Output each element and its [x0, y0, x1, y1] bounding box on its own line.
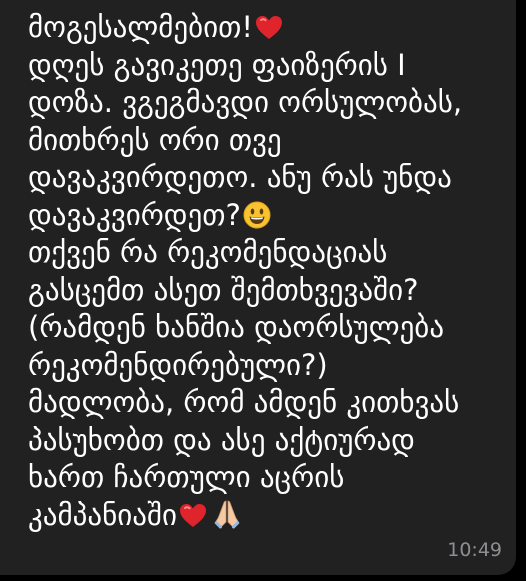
message-timestamp: 10:49 — [447, 539, 502, 561]
message-line-12: პასუხობთ და ასე აქტიურად — [28, 422, 415, 457]
heart-icon — [179, 501, 207, 539]
message-line-13: ხართ ჩართული აცრის — [28, 460, 345, 494]
message-line-14-text: კამპანიაში — [28, 497, 178, 532]
heart-icon — [255, 13, 283, 51]
message-line-1: მოგესალმებით! — [28, 9, 506, 47]
message-line-5: დავაკვირდეთო. ანუ რას უნდა — [28, 160, 452, 194]
folded-hands-icon — [213, 499, 241, 539]
message-line-1-text: მოგესალმებით! — [28, 10, 254, 44]
chat-screen: მოგესალმებით! დღეს გავიკეთე ფაიზერის I დ… — [0, 0, 526, 581]
message-line-10: რეკომენდირებული?) — [28, 347, 328, 382]
message-line-9: (რამდენ ხანშია დაორსულება — [28, 310, 445, 344]
grinning-face-icon — [243, 201, 271, 239]
message-line-6: დავაკვირდეთ? — [28, 197, 506, 235]
message-line-8: გასცემთ ასეთ შემთხვევაში? — [28, 272, 419, 307]
message-line-6-text: დავაკვირდეთ? — [28, 197, 241, 232]
message-line-7: თქვენ რა რეკომენდაციას — [28, 235, 388, 269]
message-line-3: დოზა. ვგეგმავდი ორსულობას, — [28, 85, 463, 119]
message-text: მოგესალმებით! დღეს გავიკეთე ფაიზერის I დ… — [28, 9, 506, 534]
message-line-11: მადლობა, რომ ამდენ კითხვას — [28, 385, 460, 419]
message-line-14: კამპანიაში — [28, 497, 506, 535]
message-bubble[interactable]: მოგესალმებით! დღეს გავიკეთე ფაიზერის I დ… — [0, 0, 516, 575]
message-line-4: მითხრეს ორი თვე — [28, 122, 282, 157]
message-line-2: დღეს გავიკეთე ფაიზერის I — [28, 47, 406, 82]
